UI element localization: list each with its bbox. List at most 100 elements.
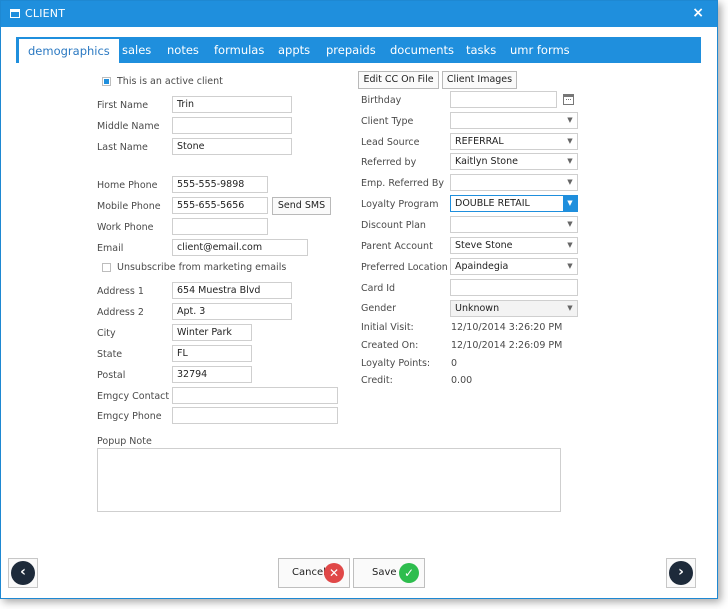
birthday-label: Birthday bbox=[361, 95, 402, 106]
created-on-label: Created On: bbox=[361, 340, 419, 351]
window-icon bbox=[10, 9, 20, 18]
address1-field[interactable]: 654 Muestra Blvd bbox=[172, 282, 292, 299]
work-phone-label: Work Phone bbox=[97, 222, 154, 233]
chevron-left-icon: ‹ bbox=[11, 561, 35, 585]
first-name-field[interactable]: Trin bbox=[172, 96, 292, 113]
gender-select[interactable]: Unknown ▼ bbox=[450, 300, 578, 317]
popup-note-textarea[interactable] bbox=[97, 448, 561, 512]
preferred-location-label: Preferred Location bbox=[361, 262, 448, 273]
parent-account-value: Steve Stone bbox=[455, 240, 513, 251]
state-field[interactable]: FL bbox=[172, 345, 252, 362]
tab-formulas[interactable]: formulas bbox=[205, 37, 273, 63]
tab-prepaids[interactable]: prepaids bbox=[317, 37, 385, 63]
mobile-phone-field[interactable]: 555-655-5656 bbox=[172, 197, 268, 214]
tab-documents[interactable]: documents bbox=[381, 37, 463, 63]
edit-cc-button[interactable]: Edit CC On File bbox=[358, 71, 439, 89]
next-client-button[interactable]: › bbox=[666, 558, 696, 588]
popup-note-label: Popup Note bbox=[97, 436, 152, 447]
last-name-field[interactable]: Stone bbox=[172, 138, 292, 155]
lead-source-label: Lead Source bbox=[361, 137, 420, 148]
previous-client-button[interactable]: ‹ bbox=[8, 558, 38, 588]
loyalty-points-value: 0 bbox=[451, 358, 458, 369]
lead-source-value: REFERRAL bbox=[455, 136, 504, 147]
work-phone-field[interactable] bbox=[172, 218, 268, 235]
loyalty-points-label: Loyalty Points: bbox=[361, 358, 431, 369]
emgcy-contact-label: Emgcy Contact bbox=[97, 391, 170, 402]
chevron-down-icon: ▼ bbox=[567, 220, 573, 228]
city-field[interactable]: Winter Park bbox=[172, 324, 252, 341]
parent-account-label: Parent Account bbox=[361, 241, 433, 252]
tab-bar: demographics sales notes formulas appts … bbox=[16, 37, 701, 63]
postal-label: Postal bbox=[97, 370, 126, 381]
created-on-value: 12/10/2014 2:26:09 PM bbox=[451, 340, 563, 351]
credit-label: Credit: bbox=[361, 375, 393, 386]
chevron-right-icon: › bbox=[669, 561, 693, 585]
referred-by-value: Kaitlyn Stone bbox=[455, 156, 518, 167]
lead-source-select[interactable]: REFERRAL ▼ bbox=[450, 133, 578, 150]
parent-account-select[interactable]: Steve Stone ▼ bbox=[450, 237, 578, 254]
tab-sales[interactable]: sales bbox=[113, 37, 160, 63]
chevron-down-icon: ▼ bbox=[567, 262, 573, 270]
tab-tasks[interactable]: tasks bbox=[457, 37, 505, 63]
card-id-field[interactable] bbox=[450, 279, 578, 296]
email-field[interactable]: client@email.com bbox=[172, 239, 308, 256]
email-label: Email bbox=[97, 243, 124, 254]
card-id-label: Card Id bbox=[361, 283, 396, 294]
chevron-down-icon: ▼ bbox=[567, 241, 573, 249]
client-type-select[interactable]: ▼ bbox=[450, 112, 578, 129]
send-sms-button[interactable]: Send SMS bbox=[272, 197, 331, 215]
referred-by-select[interactable]: Kaitlyn Stone ▼ bbox=[450, 153, 578, 170]
address2-label: Address 2 bbox=[97, 307, 144, 318]
emgcy-phone-field[interactable] bbox=[172, 407, 338, 424]
home-phone-field[interactable]: 555-555-9898 bbox=[172, 176, 268, 193]
tab-demographics[interactable]: demographics bbox=[19, 39, 119, 63]
address1-label: Address 1 bbox=[97, 286, 144, 297]
mobile-phone-label: Mobile Phone bbox=[97, 201, 161, 212]
chevron-down-icon: ▼ bbox=[563, 196, 577, 211]
home-phone-label: Home Phone bbox=[97, 180, 158, 191]
unsubscribe-checkbox[interactable] bbox=[102, 263, 111, 272]
active-client-checkbox[interactable] bbox=[102, 77, 111, 86]
middle-name-field[interactable] bbox=[172, 117, 292, 134]
postal-field[interactable]: 32794 bbox=[172, 366, 252, 383]
birthday-field[interactable] bbox=[450, 91, 557, 108]
chevron-down-icon: ▼ bbox=[567, 116, 573, 124]
credit-value: 0.00 bbox=[451, 375, 473, 386]
gender-label: Gender bbox=[361, 303, 397, 314]
client-type-label: Client Type bbox=[361, 116, 414, 127]
loyalty-program-label: Loyalty Program bbox=[361, 199, 439, 210]
title-bar[interactable]: CLIENT × bbox=[1, 1, 717, 27]
preferred-location-select[interactable]: Apaindegia ▼ bbox=[450, 258, 578, 275]
tab-notes[interactable]: notes bbox=[158, 37, 208, 63]
preferred-location-value: Apaindegia bbox=[455, 261, 509, 272]
city-label: City bbox=[97, 328, 116, 339]
cancel-label: Cancel bbox=[292, 567, 326, 578]
gender-value: Unknown bbox=[455, 303, 500, 314]
tab-umr-forms[interactable]: umr forms bbox=[501, 37, 579, 63]
chevron-down-icon: ▼ bbox=[567, 157, 573, 165]
address2-field[interactable]: Apt. 3 bbox=[172, 303, 292, 320]
chevron-down-icon: ▼ bbox=[567, 178, 573, 186]
initial-visit-value: 12/10/2014 3:26:20 PM bbox=[451, 322, 563, 333]
tab-appts[interactable]: appts bbox=[269, 37, 319, 63]
cancel-button[interactable]: Cancel ✕ bbox=[278, 558, 350, 588]
client-dialog: CLIENT × demographics sales notes formul… bbox=[0, 0, 718, 599]
discount-plan-select[interactable]: ▼ bbox=[450, 216, 578, 233]
cancel-x-icon: ✕ bbox=[324, 563, 344, 583]
close-icon[interactable]: × bbox=[692, 5, 704, 21]
loyalty-program-select[interactable]: DOUBLE RETAIL ▼ bbox=[450, 195, 578, 212]
emgcy-contact-field[interactable] bbox=[172, 387, 338, 404]
calendar-icon[interactable] bbox=[563, 94, 574, 105]
emp-referred-select[interactable]: ▼ bbox=[450, 174, 578, 191]
active-client-label: This is an active client bbox=[117, 76, 223, 87]
emgcy-phone-label: Emgcy Phone bbox=[97, 411, 162, 422]
initial-visit-label: Initial Visit: bbox=[361, 322, 414, 333]
last-name-label: Last Name bbox=[97, 142, 148, 153]
client-images-button[interactable]: Client Images bbox=[442, 71, 517, 89]
discount-plan-label: Discount Plan bbox=[361, 220, 426, 231]
save-button[interactable]: Save ✓ bbox=[353, 558, 425, 588]
emp-referred-label: Emp. Referred By bbox=[361, 178, 445, 189]
chevron-down-icon: ▼ bbox=[567, 137, 573, 145]
chevron-down-icon: ▼ bbox=[567, 304, 573, 312]
save-label: Save bbox=[372, 567, 397, 578]
